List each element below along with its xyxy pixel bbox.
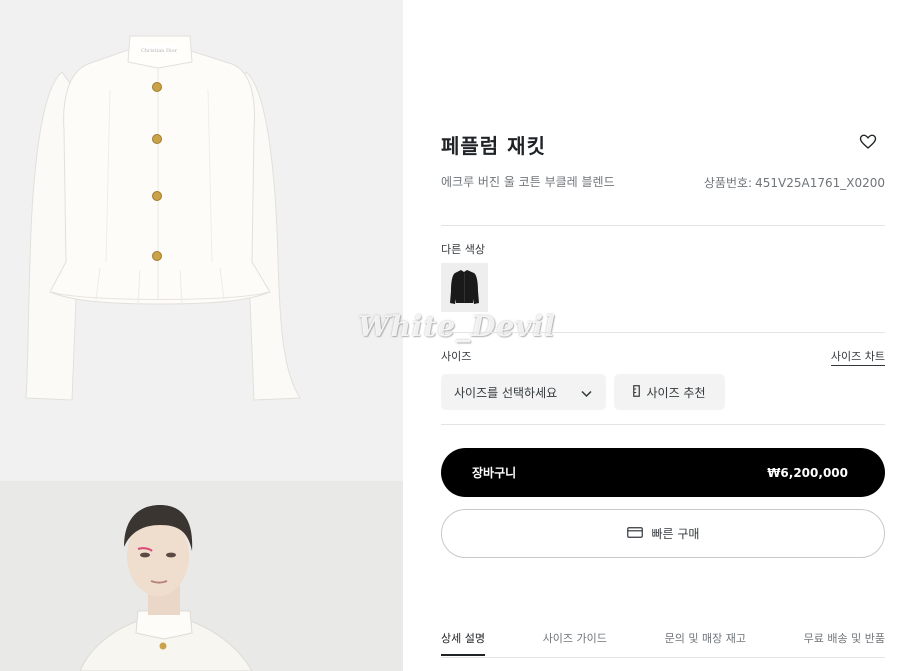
tab-details[interactable]: 상세 설명 — [441, 630, 485, 656]
product-title: 페플럼 재킷 — [441, 134, 546, 158]
product-tabs: 상세 설명 사이즈 가이드 문의 및 매장 재고 무료 배송 및 반품 — [441, 630, 885, 658]
ruler-icon — [633, 384, 641, 400]
add-to-cart-button[interactable]: 장바구니 ₩6,200,000 — [441, 448, 885, 497]
tabs-divider — [441, 657, 885, 658]
price: ₩6,200,000 — [767, 465, 848, 480]
quick-buy-button[interactable]: 빠른 구매 — [441, 509, 885, 558]
product-sku: 상품번호: 451V25A1761_X0200 — [704, 174, 885, 191]
product-description: 에크루 버진 울 코튼 부클레 블렌드 — [441, 175, 615, 189]
product-gallery: Christian Dior — [0, 0, 403, 671]
chevron-down-icon — [581, 387, 592, 401]
cart-label: 장바구니 — [472, 466, 517, 480]
size-select-placeholder: 사이즈를 선택하세요 — [454, 385, 558, 400]
garment-label-text: Christian Dior — [141, 48, 178, 54]
product-info-panel: 페플럼 재킷 에크루 버진 울 코튼 부클레 블렌드 상품번호: 451V25A1… — [441, 0, 885, 671]
color-swatch-black-jacket[interactable] — [441, 263, 488, 312]
quick-buy-label: 빠른 구매 — [651, 527, 700, 541]
credit-card-icon — [626, 526, 643, 541]
divider — [441, 225, 885, 226]
sku-value: 451V25A1761_X0200 — [755, 176, 885, 190]
product-image-model[interactable] — [0, 481, 403, 671]
tab-shipping-returns[interactable]: 무료 배송 및 반품 — [804, 630, 885, 656]
size-recommend-label: 사이즈 추천 — [646, 385, 706, 400]
other-colors-label: 다른 색상 — [441, 243, 485, 256]
product-image-jacket[interactable]: Christian Dior — [0, 0, 403, 481]
size-select-dropdown[interactable]: 사이즈를 선택하세요 — [441, 374, 606, 410]
tab-inquiry-stock[interactable]: 문의 및 매장 재고 — [665, 630, 746, 656]
wishlist-heart-icon[interactable] — [859, 133, 877, 151]
divider — [441, 424, 885, 425]
divider — [441, 332, 885, 333]
tab-size-guide[interactable]: 사이즈 가이드 — [543, 630, 607, 656]
size-chart-link[interactable]: 사이즈 차트 — [830, 348, 885, 366]
size-recommend-button[interactable]: 사이즈 추천 — [614, 374, 725, 410]
size-label: 사이즈 — [441, 350, 472, 363]
sku-label: 상품번호: — [703, 176, 753, 190]
